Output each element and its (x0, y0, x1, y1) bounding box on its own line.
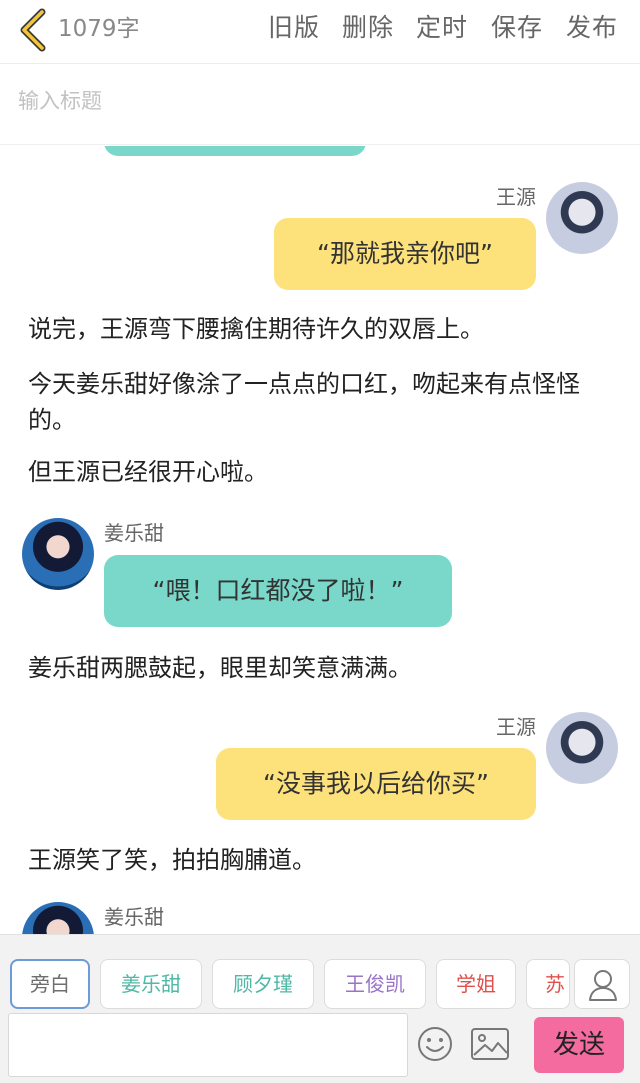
story-content[interactable]: 王源 “那就我亲你吧” 说完，王源弯下腰擒住期待许久的双唇上。 今天姜乐甜好像涂… (0, 146, 640, 934)
role-chip-label: 旁白 (30, 972, 70, 996)
publish-button[interactable]: 发布 (566, 12, 618, 44)
dialogue-bubble: “没事我以后给你买” (216, 748, 536, 820)
delete-button[interactable]: 删除 (342, 12, 394, 44)
user-icon (589, 970, 617, 1001)
old-version-button[interactable]: 旧版 (268, 12, 320, 44)
narration-line: 今天姜乐甜好像涂了一点点的口红，吻起来有点怪怪的。 (28, 370, 580, 434)
role-chip-label: 苏 (545, 972, 565, 996)
previous-bubble-edge (104, 146, 366, 156)
role-chip-label: 王俊凯 (345, 972, 405, 996)
title-input[interactable] (18, 89, 618, 113)
role-chip-jianglaotian[interactable]: 姜乐甜 (100, 959, 202, 1009)
role-chip-label: 姜乐甜 (121, 972, 181, 996)
send-button[interactable]: 发送 (534, 1017, 624, 1073)
dialogue-left-2[interactable]: 姜乐甜 (0, 902, 640, 934)
chevron-left-icon (20, 8, 46, 52)
avatar-wangyuan (546, 712, 618, 784)
role-chip-narrator[interactable]: 旁白 (10, 959, 90, 1009)
role-chip-label: 学姐 (456, 972, 496, 996)
narration-line: 王源笑了笑，拍拍胸脯道。 (28, 846, 316, 874)
role-chip-xuejie[interactable]: 学姐 (436, 959, 516, 1009)
message-input[interactable] (8, 1013, 408, 1077)
role-chip-wangjunkai[interactable]: 王俊凯 (324, 959, 426, 1009)
dialogue-right-1[interactable]: 王源 “那就我亲你吧” (0, 182, 640, 292)
narration-line: 说完，王源弯下腰擒住期待许久的双唇上。 (28, 315, 484, 343)
avatar-jianglaotian (22, 902, 94, 934)
narration-line: 姜乐甜两腮鼓起，眼里却笑意满满。 (28, 654, 412, 682)
smiley-icon (418, 1027, 452, 1061)
avatar-wangyuan (546, 182, 618, 254)
save-button[interactable]: 保存 (491, 12, 543, 44)
back-button[interactable] (16, 8, 50, 52)
dialogue-bubble: “喂！口红都没了啦！” (104, 555, 452, 627)
schedule-button[interactable]: 定时 (416, 12, 468, 44)
speaker-name: 王源 (496, 185, 536, 209)
speaker-name: 姜乐甜 (104, 905, 164, 929)
emoji-button[interactable] (416, 1025, 454, 1063)
word-count: 1079字 (58, 16, 140, 42)
speaker-name: 王源 (496, 715, 536, 739)
image-icon (471, 1028, 509, 1060)
role-chip-guxijin[interactable]: 顾夕瑾 (212, 959, 314, 1009)
avatar-jianglaotian (22, 518, 94, 590)
narration-line: 但王源已经很开心啦。 (28, 458, 268, 486)
insert-image-button[interactable] (470, 1027, 510, 1061)
editor-header: 1079字 旧版 删除 定时 保存 发布 (0, 0, 640, 64)
dialogue-left-1[interactable]: 姜乐甜 “喂！口红都没了啦！” (0, 518, 640, 630)
role-manage-button[interactable] (574, 959, 630, 1009)
input-toolbar: 旁白 姜乐甜 顾夕瑾 王俊凯 学姐 苏 发送 (0, 934, 640, 1083)
role-chip-su[interactable]: 苏 (526, 959, 570, 1009)
role-chip-label: 顾夕瑾 (233, 972, 293, 996)
dialogue-bubble: “那就我亲你吧” (274, 218, 536, 290)
dialogue-right-2[interactable]: 王源 “没事我以后给你买” (0, 712, 640, 822)
speaker-name: 姜乐甜 (104, 521, 164, 545)
title-input-row (0, 65, 640, 145)
